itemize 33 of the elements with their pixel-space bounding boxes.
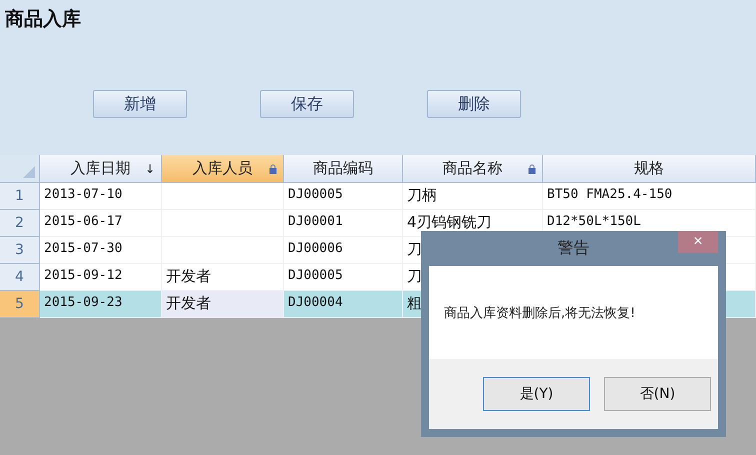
table-cell: 刀柄 — [403, 183, 543, 210]
dialog-title: 警告 — [558, 238, 590, 259]
column-header[interactable]: 入库人员 — [162, 155, 284, 183]
table-cell: DJ00005 — [284, 264, 403, 291]
row-number[interactable]: 2 — [0, 210, 40, 237]
grid-corner[interactable] — [0, 155, 40, 183]
toolbar-button[interactable]: 删除 — [427, 90, 521, 118]
column-header[interactable]: 规格 — [543, 155, 756, 183]
table-cell: 开发者 — [162, 291, 284, 318]
table-cell: DJ00004 — [284, 291, 403, 318]
table-cell: DJ00001 — [284, 210, 403, 237]
dialog-button[interactable]: 否(N) — [604, 377, 711, 411]
table-cell: BT50 FMA25.4-150 — [543, 183, 756, 210]
table-cell: DJ00006 — [284, 237, 403, 264]
dialog-button[interactable]: 是(Y) — [483, 377, 590, 411]
sort-indicator: ↓ — [144, 162, 155, 176]
row-number[interactable]: 4 — [0, 264, 40, 291]
table-cell: 2013-07-10 — [40, 183, 162, 210]
table-cell: 2015-09-12 — [40, 264, 162, 291]
table-cell: 开发者 — [162, 264, 284, 291]
page-title: 商品入库 — [5, 7, 82, 32]
table-cell: 2015-07-30 — [40, 237, 162, 264]
row-number[interactable]: 3 — [0, 237, 40, 264]
corner-triangle-icon — [23, 166, 35, 178]
toolbar-button[interactable]: 新增 — [93, 90, 187, 118]
table-cell: 2015-06-17 — [40, 210, 162, 237]
column-header[interactable]: 商品编码 — [284, 155, 403, 183]
column-header[interactable]: 入库日期 ↓ — [40, 155, 162, 183]
toolbar-button[interactable]: 保存 — [260, 90, 354, 118]
column-header[interactable]: 商品名称 — [403, 155, 543, 183]
table-cell: 2015-09-23 — [40, 291, 162, 318]
row-number[interactable]: 1 — [0, 183, 40, 210]
table-cell: DJ00005 — [284, 183, 403, 210]
